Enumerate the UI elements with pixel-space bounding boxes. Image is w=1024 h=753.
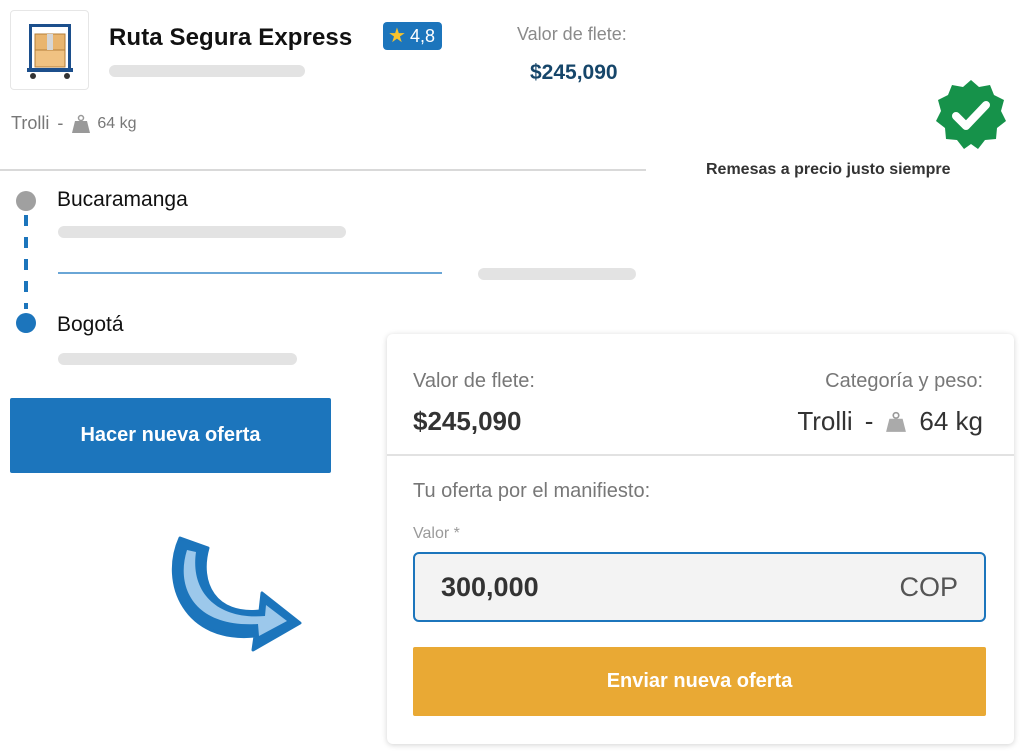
carrier-name: Ruta Segura Express bbox=[109, 24, 353, 51]
placeholder-bar bbox=[478, 268, 636, 280]
panel-freight-value: $245,090 bbox=[413, 406, 522, 436]
separator: - bbox=[57, 113, 64, 133]
origin-dot bbox=[16, 191, 36, 211]
placeholder-bar bbox=[58, 226, 346, 238]
vehicle-thumbnail bbox=[10, 10, 89, 90]
panel-separator: - bbox=[864, 406, 874, 436]
send-offer-button[interactable]: Enviar nueva oferta bbox=[413, 647, 986, 716]
value-input[interactable] bbox=[441, 571, 741, 603]
header-divider bbox=[0, 169, 646, 171]
offer-panel: Valor de flete: $245,090 Categoría y pes… bbox=[387, 334, 1014, 744]
freight-label: Valor de flete: bbox=[517, 24, 627, 44]
weight-icon bbox=[72, 114, 91, 133]
offer-title: Tu oferta por el manifiesto: bbox=[413, 480, 651, 502]
value-input-label: Valor * bbox=[413, 525, 460, 542]
placeholder-bar bbox=[58, 353, 297, 365]
curved-arrow-icon bbox=[171, 536, 302, 652]
trolley-icon bbox=[26, 24, 73, 79]
weight-icon bbox=[886, 411, 907, 432]
placeholder-bar bbox=[109, 65, 305, 77]
rating-value: 4,8 bbox=[409, 25, 435, 46]
panel-category-label: Categoría y peso: bbox=[825, 370, 983, 392]
destination-dot bbox=[16, 313, 36, 333]
new-offer-button[interactable]: Hacer nueva oferta bbox=[10, 398, 331, 473]
panel-divider bbox=[387, 454, 1014, 456]
rating-badge: ★ 4,8 bbox=[383, 22, 442, 50]
progress-line bbox=[58, 272, 442, 274]
route-line bbox=[24, 215, 28, 309]
currency-label: COP bbox=[899, 571, 958, 602]
panel-weight: 64 kg bbox=[919, 406, 983, 436]
destination-city: Bogotá bbox=[57, 313, 124, 336]
panel-freight-label: Valor de flete: bbox=[413, 370, 535, 392]
value-input-field[interactable]: COP bbox=[413, 552, 986, 622]
origin-city: Bucaramanga bbox=[57, 188, 188, 211]
badge-text: Remesas a precio justo siempre bbox=[706, 161, 951, 178]
panel-category: Trolli bbox=[797, 406, 853, 436]
verified-check-icon bbox=[936, 80, 1006, 149]
category-weight-row: Trolli - 64 kg bbox=[11, 113, 136, 134]
category-label: Trolli bbox=[11, 113, 50, 133]
panel-category-row: Trolli - 64 kg bbox=[797, 406, 983, 437]
weight-value: 64 kg bbox=[97, 114, 137, 132]
star-icon: ★ bbox=[388, 25, 406, 47]
freight-value: $245,090 bbox=[530, 61, 618, 84]
